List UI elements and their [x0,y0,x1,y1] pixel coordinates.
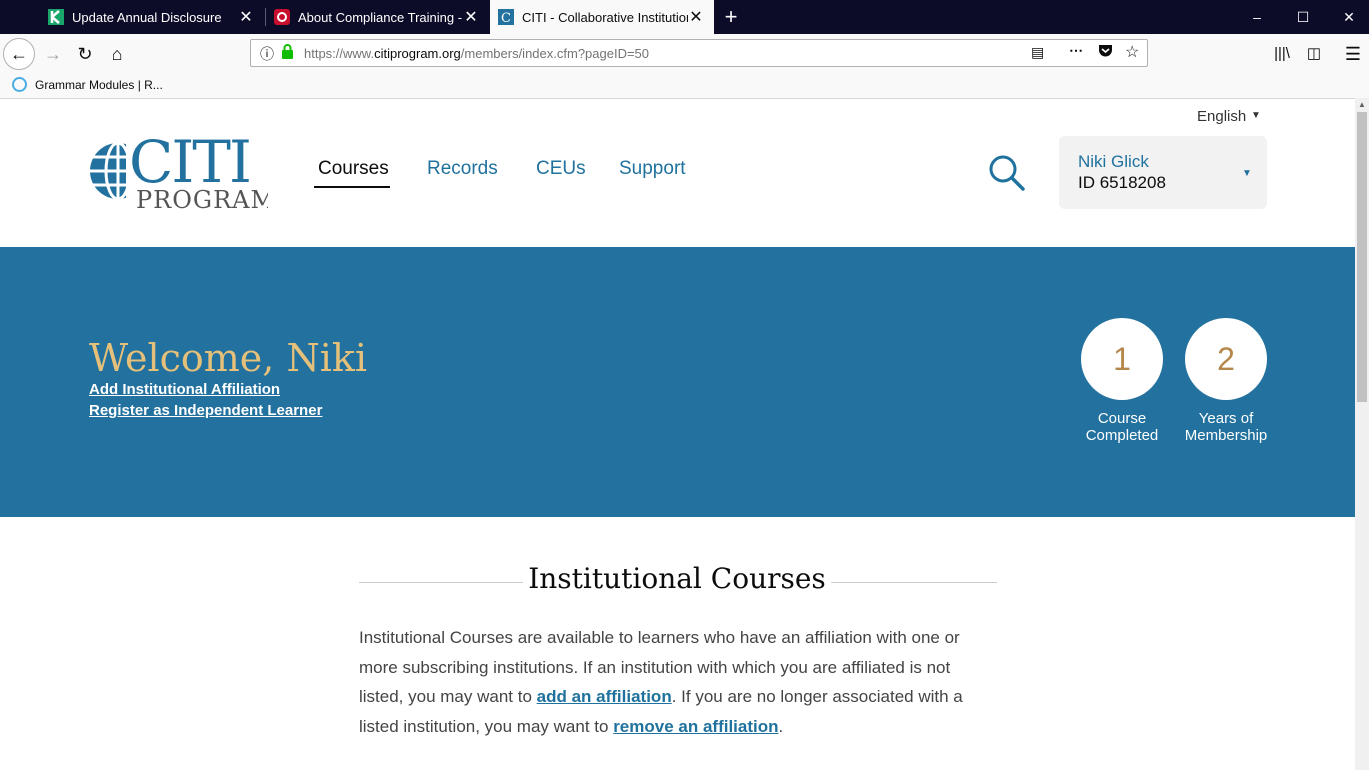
membership-years-label: Years of Membership [1171,410,1281,444]
user-name: Niki Glick [1078,152,1149,171]
stat-label-line: Course [1097,410,1147,427]
info-icon[interactable]: ⓘ [260,44,274,64]
svg-text:PROGRAM: PROGRAM [136,186,268,212]
language-selector[interactable]: English [1197,108,1246,125]
add-institutional-affiliation-link[interactable]: Add Institutional Affiliation [89,381,280,398]
svg-text:C: C [501,11,511,25]
citi-program-logo[interactable]: CITI PROGRAM [88,128,275,214]
menu-icon[interactable]: ☰ [1337,38,1369,70]
bookmarks-toolbar: Grammar Modules | R... [0,74,1369,99]
forward-button[interactable]: → [37,38,69,70]
section-divider-left [359,582,523,583]
stat-label-line: Membership [1184,427,1268,444]
tab-title: About Compliance Training - Ir [298,9,463,25]
lock-icon[interactable] [281,44,294,62]
sidebar-icon[interactable]: ◫ [1298,38,1330,70]
user-account-menu[interactable]: Niki Glick ID 6518208 ▼ [1059,136,1267,209]
add-affiliation-link[interactable]: add an affiliation [537,687,672,706]
membership-years-count: 2 [1185,318,1267,400]
tab-title: Update Annual Disclosure [72,9,222,25]
tab-citi-program[interactable]: C CITI - Collaborative Institutiona ✕ [490,0,714,34]
chevron-down-icon[interactable]: ▼ [1242,168,1252,179]
scroll-up-arrow[interactable]: ▲ [1355,98,1369,112]
reload-button[interactable]: ↻ [69,38,101,70]
citi-c-icon: C [498,9,514,26]
tab-update-annual-disclosure[interactable]: Update Annual Disclosure ✕ [40,0,264,34]
bookmark-grammar-modules[interactable]: Grammar Modules | R... [12,77,163,92]
home-button[interactable]: ⌂ [101,38,133,70]
tab-about-compliance-training[interactable]: About Compliance Training - Ir ✕ [266,0,489,34]
library-icon[interactable]: |||\ [1266,38,1298,70]
nav-support[interactable]: Support [619,158,686,180]
bookmark-label: Grammar Modules | R... [35,77,163,92]
courses-completed-label: Course Completed [1067,410,1177,444]
url-domain: citiprogram.org [374,46,461,61]
url-prefix: https://www. [304,46,375,61]
red-e-icon [274,9,290,25]
back-button[interactable]: ← [3,38,35,70]
nav-ceus[interactable]: CEUs [536,158,586,180]
institutional-courses-description: Institutional Courses are available to l… [359,623,979,742]
tab-strip: Update Annual Disclosure ✕ About Complia… [0,0,1369,34]
section-divider-right [831,582,997,583]
reader-view-icon[interactable]: ▤ [1031,44,1044,61]
url-bar[interactable]: ⓘ https://www.citiprogram.org/members/in… [250,39,1148,67]
navigation-toolbar: ← → ↻ ⌂ ⓘ https://www.citiprogram.org/me… [0,34,1369,74]
search-icon[interactable] [988,154,1026,192]
url-path: /members/index.cfm?pageID=50 [460,46,650,61]
pocket-icon[interactable] [1098,44,1113,61]
close-icon[interactable]: ✕ [463,7,479,27]
new-tab-button[interactable]: + [720,4,742,30]
close-window-button[interactable]: ✕ [1326,0,1369,34]
tab-title: CITI - Collaborative Institutiona [522,9,688,25]
user-id: ID 6518208 [1078,173,1166,192]
stat-label-line: Completed [1085,427,1159,444]
stat-label-line: Years of [1198,410,1254,427]
bookmark-star-icon[interactable]: ☆ [1125,42,1139,62]
close-icon[interactable]: ✕ [688,7,704,27]
close-icon[interactable]: ✕ [238,7,254,27]
maximize-button[interactable]: ☐ [1280,0,1326,34]
minimize-button[interactable]: – [1234,0,1280,34]
courses-completed-count: 1 [1081,318,1163,400]
active-nav-underline [314,186,390,188]
remove-affiliation-link[interactable]: remove an affiliation [613,717,778,736]
description-text: . [778,717,784,737]
section-title: Institutional Courses [528,562,826,595]
k-logo-icon [48,9,64,25]
welcome-heading: Welcome, Niki [89,336,368,380]
nav-courses[interactable]: Courses [318,158,389,180]
register-independent-learner-link[interactable]: Register as Independent Learner [89,402,322,419]
url-text[interactable]: https://www.citiprogram.org/members/inde… [304,46,649,61]
bookmark-ring-icon [12,77,27,92]
page-actions-icon[interactable]: ⋯ [1069,42,1083,59]
chevron-down-icon[interactable]: ▼ [1251,110,1261,121]
scrollbar-thumb[interactable] [1357,112,1367,402]
nav-records[interactable]: Records [427,158,498,180]
